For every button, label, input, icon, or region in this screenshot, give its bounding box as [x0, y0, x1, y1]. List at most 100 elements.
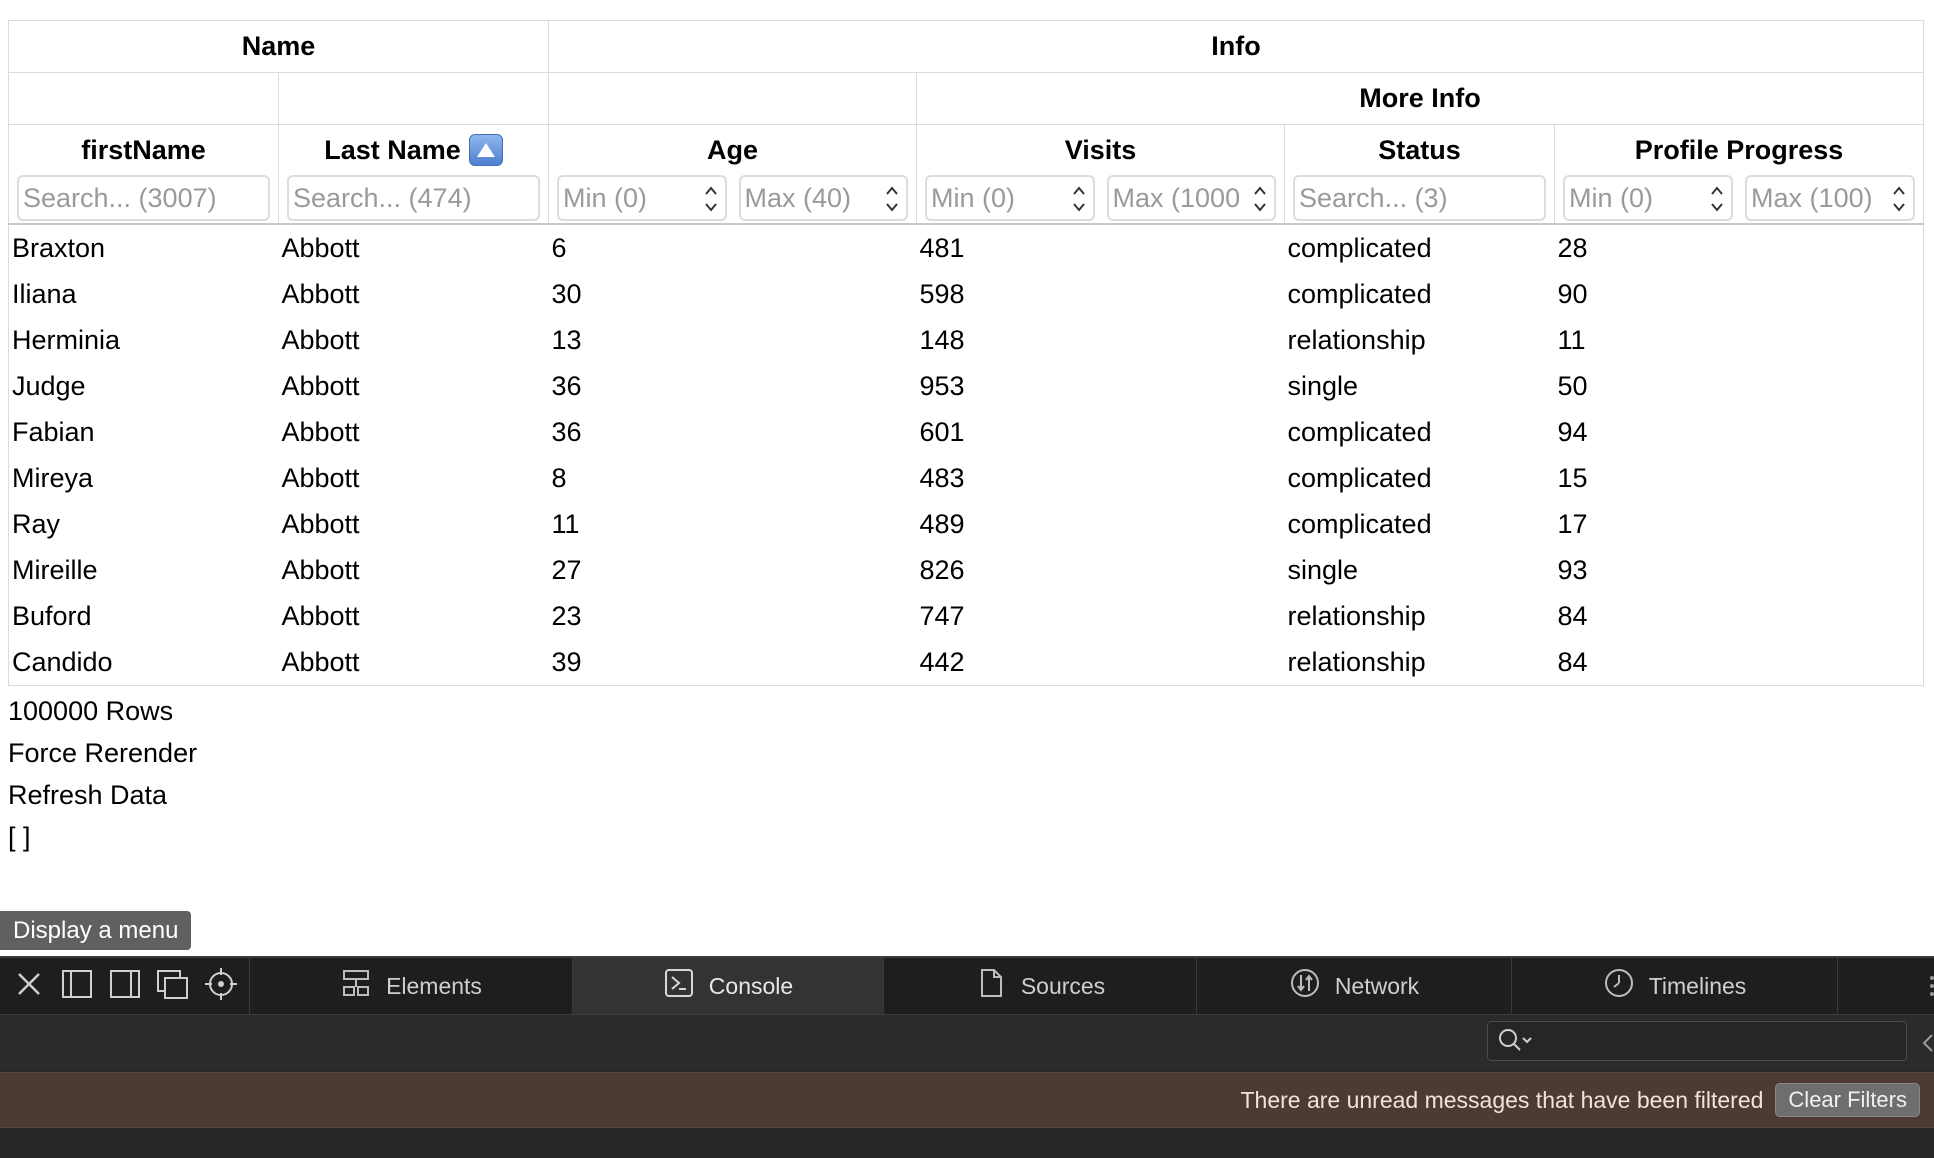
tab-overflow[interactable] [1838, 958, 1934, 1014]
tab-label: Console [708, 972, 794, 999]
column-label[interactable]: Last Name [324, 135, 461, 166]
column-label[interactable]: Status [1378, 135, 1461, 166]
header-leaf-row: firstName Search... (3007) Last Name Sea… [8, 124, 1925, 225]
column-header-last-name[interactable]: Last Name Search... (474) [277, 124, 550, 225]
tab-elements[interactable]: Elements [250, 958, 573, 1014]
force-rerender-button[interactable]: Force Rerender [8, 732, 197, 774]
console-filter-bar [0, 1015, 1934, 1071]
cell-status: single [1287, 370, 1359, 401]
cell-status: complicated [1287, 232, 1432, 263]
close-icon[interactable] [10, 965, 48, 1008]
table-row: Braxton Abbott 6 481 complicated 28 [8, 224, 1925, 271]
search-placeholder: Search... (474) [293, 182, 472, 213]
dock-left-icon[interactable] [58, 965, 96, 1008]
cell-visits: 148 [919, 324, 965, 355]
cell-status: relationship [1287, 324, 1426, 355]
cell-first-name: Braxton [8, 224, 279, 271]
table-row: Mireille Abbott 27 826 single 93 [8, 547, 1925, 593]
console-icon [663, 967, 695, 1005]
min-placeholder: Min (0) [1569, 182, 1654, 213]
column-header-profile-progress[interactable]: Profile Progress Min (0) Max (100) [1554, 124, 1925, 225]
tab-console[interactable]: Console [573, 958, 884, 1014]
table-row: Candido Abbott 39 442 relationship 84 [8, 639, 1925, 686]
table-body: Braxton Abbott 6 481 complicated 28 Ilia… [8, 224, 1925, 686]
column-header-status[interactable]: Status Search... (3) [1284, 124, 1556, 225]
visits-min-input[interactable]: Min (0) [925, 175, 1095, 221]
cell-last-name: Abbott [281, 232, 360, 263]
tab-network[interactable]: Network [1197, 958, 1512, 1014]
tab-label: Network [1334, 972, 1420, 999]
clear-filters-button[interactable]: Clear Filters [1775, 1083, 1920, 1117]
banner-message: There are unread messages that have been… [1240, 1086, 1764, 1113]
cell-first-name: Fabian [8, 409, 279, 455]
column-label[interactable]: Profile Progress [1635, 135, 1844, 166]
column-header-visits[interactable]: Visits Min (0) Max (1000 [916, 124, 1286, 225]
header-group-row: Name Info [7, 20, 1925, 73]
more-tabs-icon[interactable] [1926, 970, 1934, 1007]
cell-progress: 50 [1554, 363, 1925, 409]
max-placeholder: Max (40) [744, 182, 852, 213]
stepper-icon[interactable] [1889, 181, 1909, 217]
cell-last-name: Abbott [281, 600, 360, 631]
cell-visits: 481 [919, 232, 965, 263]
refresh-data-button[interactable]: Refresh Data [8, 774, 197, 816]
cell-age: 23 [551, 600, 582, 631]
filtered-messages-banner: There are unread messages that have been… [0, 1072, 1934, 1128]
cell-progress: 28 [1554, 224, 1925, 271]
column-label[interactable]: firstName [81, 135, 206, 166]
cell-last-name: Abbott [281, 508, 360, 539]
group-header-name: Name [7, 20, 550, 73]
undock-icon[interactable] [154, 965, 192, 1008]
cell-first-name: Herminia [8, 317, 279, 363]
cell-status: single [1287, 554, 1359, 585]
age-max-input[interactable]: Max (40) [738, 175, 909, 221]
console-filter-input[interactable] [1487, 1021, 1907, 1061]
tab-timelines[interactable]: Timelines [1512, 958, 1838, 1014]
search-placeholder: Search... (3007) [23, 182, 217, 213]
row-count: 100000 Rows [8, 696, 174, 726]
search-placeholder: Search... (3) [1299, 182, 1448, 213]
chevron-left-icon[interactable] [1920, 1031, 1934, 1060]
progress-max-input[interactable]: Max (100) [1745, 175, 1916, 221]
stepper-icon[interactable] [1250, 181, 1270, 217]
stepper-icon[interactable] [701, 181, 721, 217]
min-placeholder: Min (0) [931, 182, 1016, 213]
table-row: Herminia Abbott 13 148 relationship 11 [8, 317, 1925, 363]
visits-max-input[interactable]: Max (1000 [1106, 175, 1277, 221]
page: Name Info More Info firstName Search... … [0, 0, 1934, 1158]
stepper-icon[interactable] [1707, 181, 1727, 217]
table-row: Judge Abbott 36 953 single 50 [8, 363, 1925, 409]
cell-last-name: Abbott [281, 278, 360, 309]
min-placeholder: Min (0) [563, 182, 648, 213]
cell-last-name: Abbott [281, 370, 360, 401]
placeholder-header [277, 72, 550, 125]
stepper-icon[interactable] [882, 181, 902, 217]
cell-last-name: Abbott [281, 324, 360, 355]
first-name-search-input[interactable]: Search... (3007) [17, 175, 270, 221]
cell-status: relationship [1284, 639, 1555, 686]
tab-sources[interactable]: Sources [884, 958, 1197, 1014]
clock-icon [1603, 967, 1635, 1005]
table-row: Buford Abbott 23 747 relationship 84 [8, 593, 1925, 639]
placeholder-header [8, 72, 279, 125]
column-label[interactable]: Age [707, 135, 758, 166]
tab-label: Timelines [1648, 972, 1747, 999]
status-search-input[interactable]: Search... (3) [1293, 175, 1547, 221]
age-min-input[interactable]: Min (0) [557, 175, 727, 221]
stepper-icon[interactable] [1069, 181, 1089, 217]
cell-progress: 84 [1554, 593, 1925, 639]
display-menu-tooltip: Display a menu [0, 911, 192, 950]
progress-min-input[interactable]: Min (0) [1563, 175, 1734, 221]
inspect-element-icon[interactable] [202, 965, 240, 1008]
cell-first-name: Mireya [8, 455, 279, 501]
column-header-age[interactable]: Age Min (0) Max (40) [548, 124, 918, 225]
sort-ascending-icon[interactable] [468, 134, 503, 166]
max-placeholder: Max (100) [1751, 182, 1873, 213]
devtools-tab-bar: Elements Console Sources Network Timelin… [0, 958, 1934, 1015]
table-row: Fabian Abbott 36 601 complicated 94 [8, 409, 1925, 455]
column-header-first-name[interactable]: firstName Search... (3007) [8, 124, 279, 225]
last-name-search-input[interactable]: Search... (474) [287, 175, 541, 221]
max-placeholder: Max (1000 [1112, 182, 1241, 213]
column-label[interactable]: Visits [1065, 135, 1137, 166]
dock-right-icon[interactable] [106, 965, 144, 1008]
